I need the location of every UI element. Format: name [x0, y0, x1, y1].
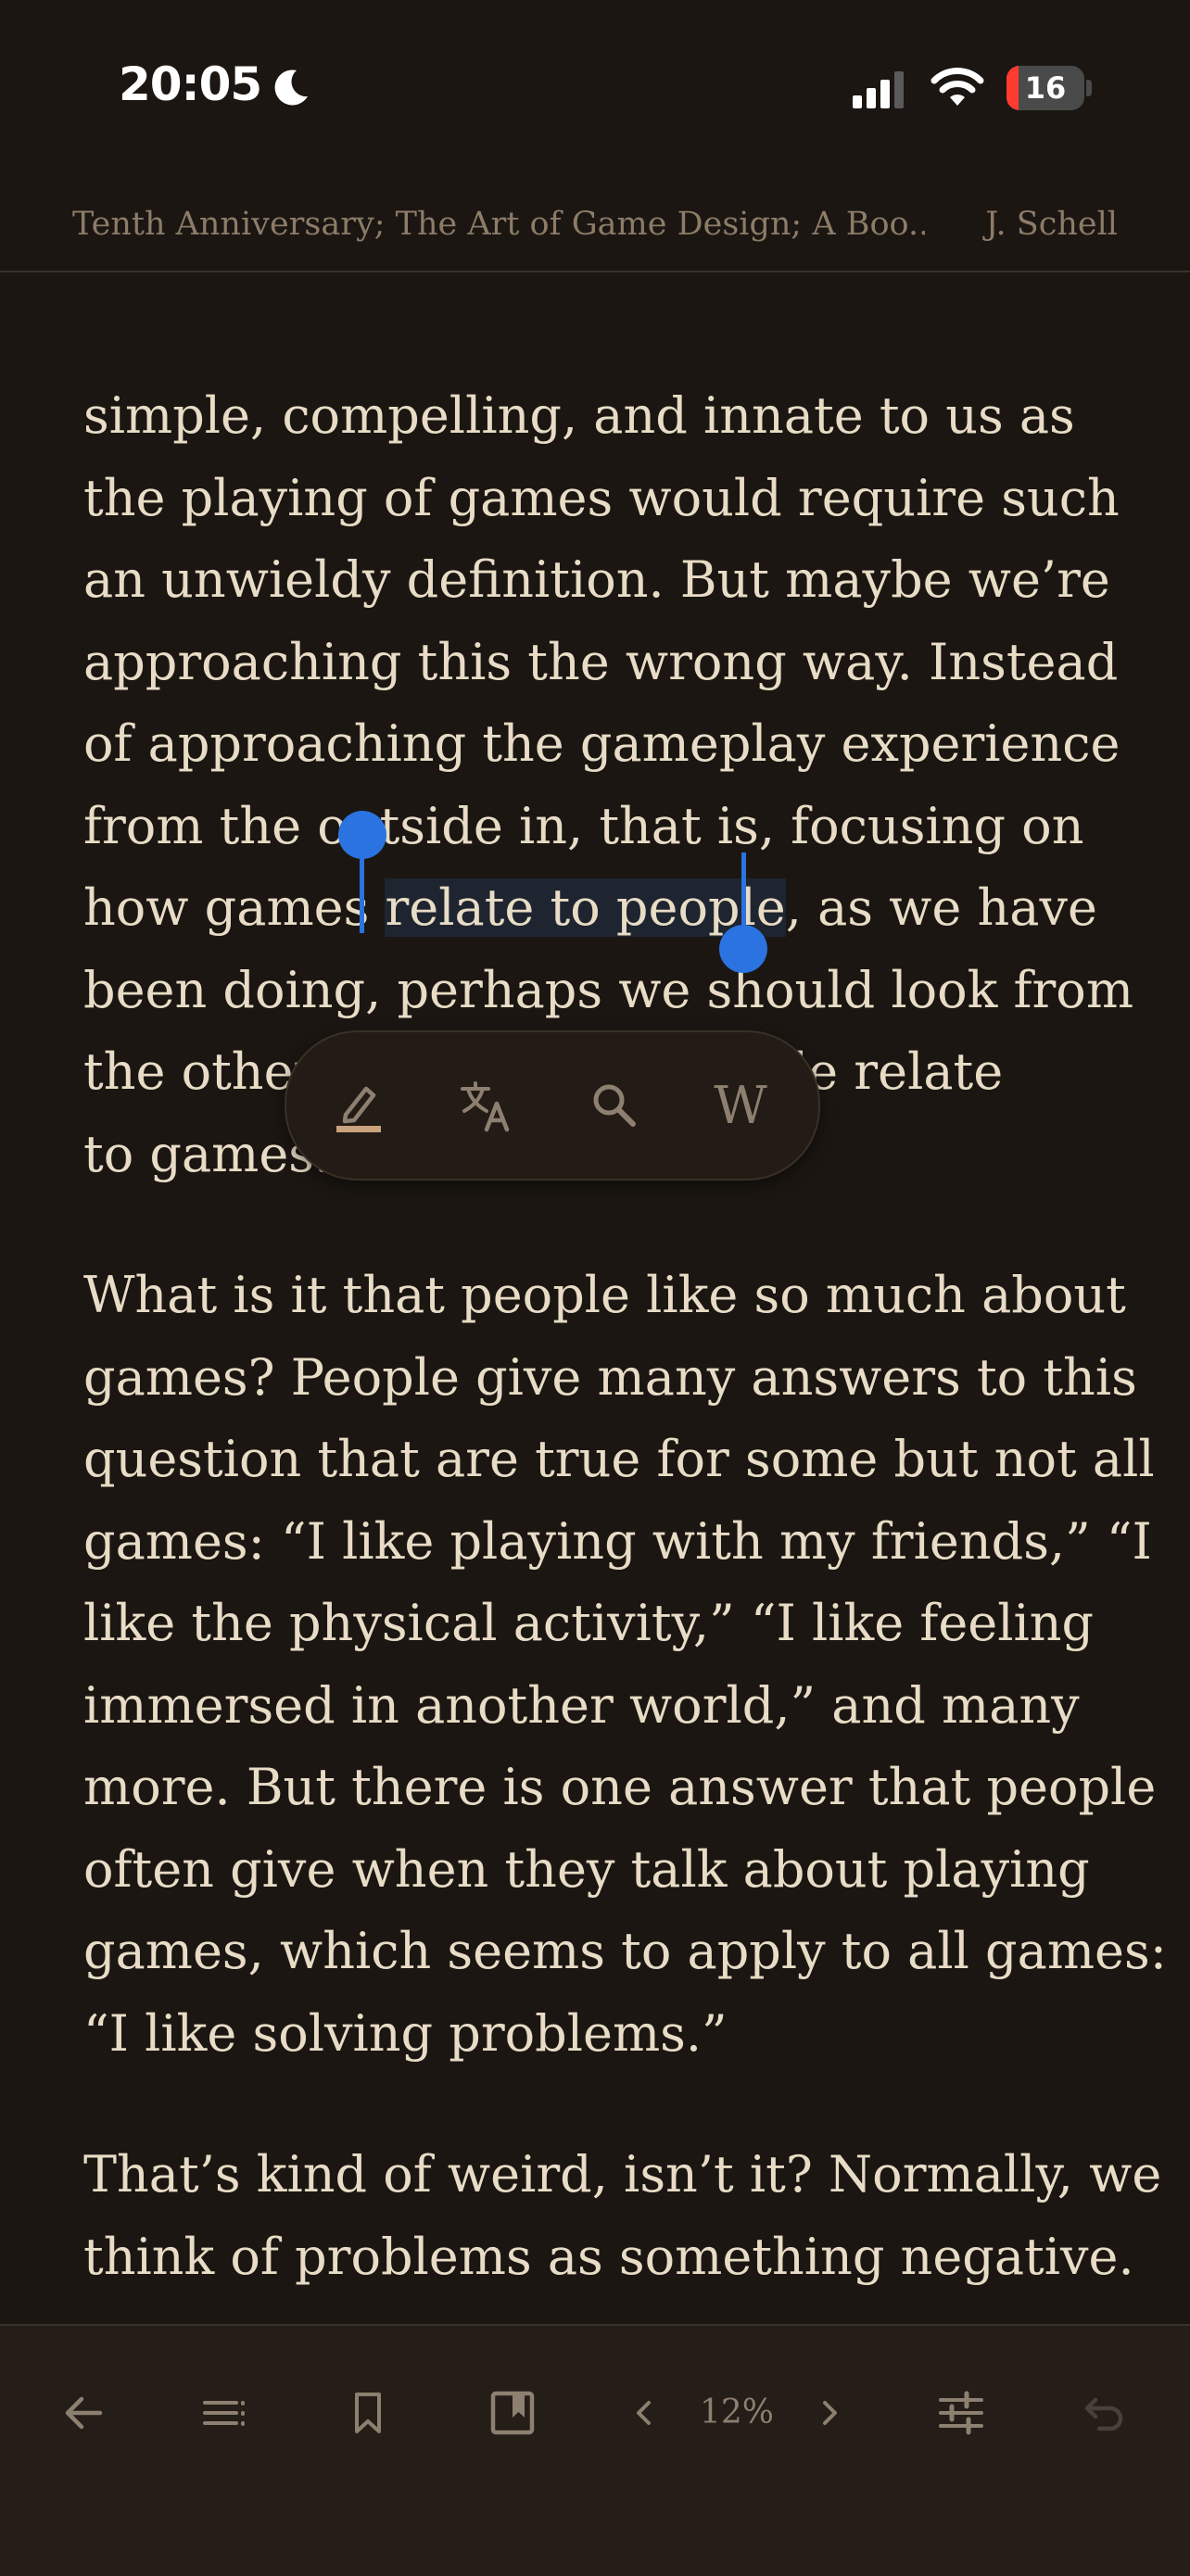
text-line[interactable]: often give when they talk about playing: [83, 1829, 1121, 1912]
table-of-contents-icon: [203, 2401, 245, 2426]
text-line[interactable]: from the outside in, that is, focusing o…: [83, 786, 1121, 868]
book-author: J. Schell: [985, 206, 1118, 243]
wifi-icon: [930, 68, 984, 106]
next-page-button[interactable]: [792, 2376, 867, 2450]
highlight-button[interactable]: [312, 1059, 405, 1152]
status-time: 20:05: [119, 57, 262, 111]
text-line[interactable]: been doing, perhaps we should look from: [83, 950, 1133, 1032]
moon-icon: [274, 69, 308, 106]
text-line[interactable]: of approaching the gameplay experience: [83, 703, 1121, 786]
text-line[interactable]: question that are true for some but not …: [83, 1419, 1155, 1501]
text-line[interactable]: simple, compelling, and innate to us as: [83, 375, 1121, 458]
status-bar: 20:05 16: [0, 0, 1190, 176]
bookmark-icon: [355, 2393, 381, 2433]
bookmark-button[interactable]: [331, 2376, 405, 2450]
battery-tip: [1086, 80, 1092, 96]
cellular-signal-icon: [853, 71, 904, 108]
settings-sliders-icon: [939, 2391, 983, 2435]
previous-page-icon: [637, 2401, 651, 2425]
text-line[interactable]: like the physical activity,” “I like fee…: [83, 1583, 1121, 1665]
book-title: Tenth Anniversary; The Art of Game Desig…: [72, 206, 925, 243]
bookmarks-list-icon: [490, 2391, 535, 2435]
undo-button[interactable]: [1068, 2376, 1142, 2450]
reading-text[interactable]: simple, compelling, and innate to us as t…: [83, 375, 1167, 2299]
undo-icon: [1084, 2397, 1123, 2431]
back-button[interactable]: [46, 2376, 120, 2450]
text-line[interactable]: the playing of games would require such: [83, 458, 1121, 540]
text-line[interactable]: What is it that people like so much abou…: [83, 1255, 1126, 1337]
highlighter-icon: [336, 1086, 381, 1132]
book-header: Tenth Anniversary; The Art of Game Desig…: [0, 185, 1190, 272]
translate-button[interactable]: [440, 1059, 533, 1152]
text-line[interactable]: immersed in another world,” and many: [83, 1665, 1121, 1748]
wikipedia-button[interactable]: W: [694, 1059, 787, 1152]
table-of-contents-button[interactable]: [188, 2376, 262, 2450]
text-line[interactable]: think of problems as something negative.: [83, 2216, 1134, 2299]
text-line[interactable]: how games relate to people, as we have: [83, 867, 1121, 950]
battery-indicator: 16: [1006, 66, 1084, 110]
text-segment[interactable]: how games: [83, 878, 385, 937]
selection-start-handle[interactable]: [338, 811, 386, 859]
bookmarks-list-button[interactable]: [475, 2376, 550, 2450]
search-button[interactable]: [568, 1059, 661, 1152]
selection-start-handle-line[interactable]: [360, 848, 364, 933]
next-page-icon: [823, 2401, 837, 2425]
back-arrow-icon: [65, 2396, 103, 2430]
text-segment[interactable]: , as we have: [786, 878, 1097, 937]
text-line[interactable]: more. But there is one answer that peopl…: [83, 1747, 1156, 1829]
text-line[interactable]: approaching this the wrong way. Instead: [83, 622, 1121, 704]
text-line[interactable]: an unwieldy definition. But maybe we’re: [83, 539, 1121, 622]
wikipedia-icon: W: [714, 1075, 767, 1136]
text-line[interactable]: That’s kind of weird, isn’t it? Normally…: [83, 2134, 1161, 2216]
bottom-toolbar: 12%: [0, 2324, 1190, 2576]
text-line[interactable]: games: “I like playing with my friends,”…: [83, 1501, 1152, 1584]
previous-page-button[interactable]: [607, 2376, 681, 2450]
text-line[interactable]: games, which seems to apply to all games…: [83, 1911, 1167, 1993]
text-line[interactable]: “I like solving problems.”: [83, 1993, 1121, 2076]
reading-progress: 12%: [699, 2393, 774, 2431]
battery-level: 16: [1024, 70, 1067, 106]
translate-icon: [461, 1081, 510, 1132]
text-line[interactable]: games? People give many answers to this: [83, 1337, 1137, 1420]
reader-settings-button[interactable]: [924, 2376, 998, 2450]
search-icon: [593, 1084, 636, 1127]
selected-text[interactable]: relate to people: [385, 878, 786, 937]
selection-end-handle[interactable]: [719, 925, 767, 973]
selection-popup-menu: W: [285, 1030, 820, 1181]
